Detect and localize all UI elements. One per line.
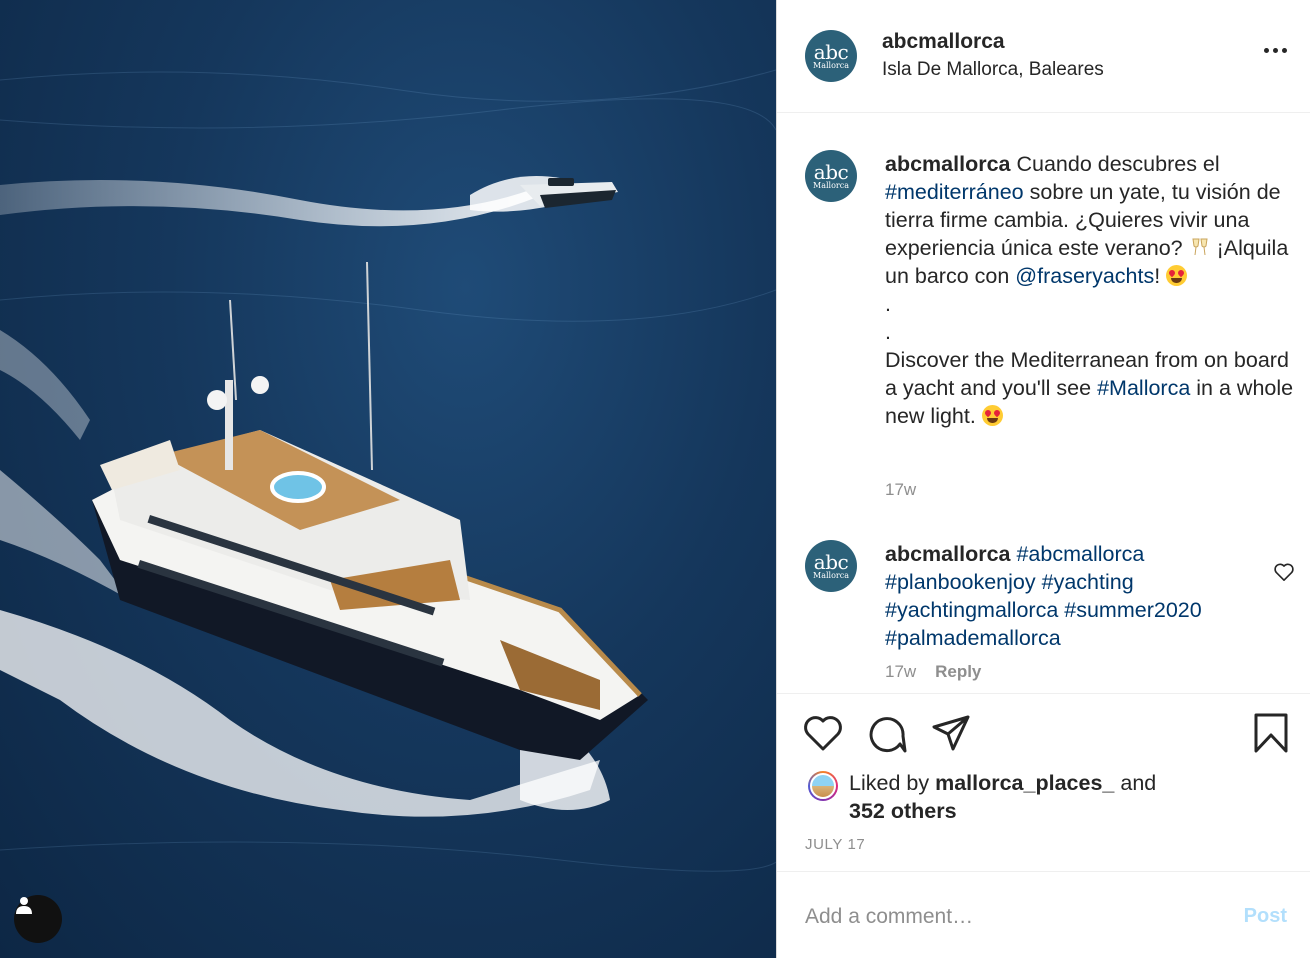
user-icon [16,897,32,914]
save-bookmark-icon[interactable] [1253,712,1289,754]
yacht-photo [0,69,776,872]
caption-text: abcmallorca Cuando descubres el #mediter… [885,152,1294,428]
comment-meta: 17w Reply [885,662,981,682]
post-image[interactable] [0,0,776,958]
caption-timestamp[interactable]: 17w [885,480,916,500]
post-header: abc Mallorca abcmallorca Isla De Mallorc… [777,0,1310,113]
liker-username[interactable]: mallorca_places_ [935,771,1114,795]
post-location[interactable]: Isla De Mallorca, Baleares [882,59,1104,81]
avatar-logo-text: abc [813,40,849,64]
hashtag-link[interactable]: #planbookenjoy [885,570,1036,594]
comment-input[interactable] [805,902,1205,932]
comment-bubble-icon[interactable] [867,714,907,754]
hashtag-link[interactable]: #abcmallorca [1016,542,1144,566]
hashtag-link[interactable]: #yachting [1042,570,1134,594]
caption-username[interactable]: abcmallorca [885,152,1010,176]
comment-username[interactable]: abcmallorca [885,542,1010,566]
add-comment-form: Post [777,871,1310,958]
comments-list[interactable]: abc Mallorca abcmallorca Cuando descubre… [777,114,1310,692]
liker-avatar[interactable] [808,771,838,801]
like-comment-heart-icon[interactable] [1273,562,1295,582]
comment-text: abcmallorca #abcmallorca #planbookenjoy … [885,540,1265,652]
likes-summary: Liked by mallorca_places_ and 352 others [849,771,1157,823]
more-dots-icon [1264,48,1269,53]
comment-timestamp[interactable]: 17w [885,662,916,681]
hashtag-link[interactable]: #palmademallorca [885,626,1061,650]
heart-eyes-emoji-icon [981,405,1003,426]
comment-avatar[interactable]: abc Mallorca [805,540,857,592]
heart-eyes-emoji-icon [1166,265,1188,286]
like-heart-icon[interactable] [803,714,843,752]
tagged-users-button[interactable] [14,895,62,943]
post-comment-button[interactable]: Post [1244,905,1287,928]
post-actions: Liked by mallorca_places_ and 352 others… [777,693,1310,871]
hashtag-link[interactable]: #Mallorca [1097,376,1190,400]
hashtag-link[interactable]: #yachtingmallorca [885,598,1058,622]
likes-count-link[interactable]: 352 others [849,799,957,823]
author-username[interactable]: abcmallorca [882,30,1005,54]
hashtag-link[interactable]: #mediterráneo [885,180,1024,204]
clinking-glasses-icon [1192,238,1208,256]
share-paper-plane-icon[interactable] [931,714,971,752]
caption-avatar[interactable]: abc Mallorca [805,150,857,202]
mention-link[interactable]: @fraseryachts [1015,264,1154,288]
more-options-button[interactable] [1262,42,1289,59]
author-avatar[interactable]: abc Mallorca [805,30,857,82]
avatar-logo-subtext: Mallorca [813,61,849,70]
post-detail-panel: abc Mallorca abcmallorca Isla De Mallorc… [776,0,1310,958]
post-date[interactable]: JULY 17 [805,836,865,853]
hashtag-link[interactable]: #summer2020 [1064,598,1201,622]
reply-button[interactable]: Reply [935,662,981,681]
